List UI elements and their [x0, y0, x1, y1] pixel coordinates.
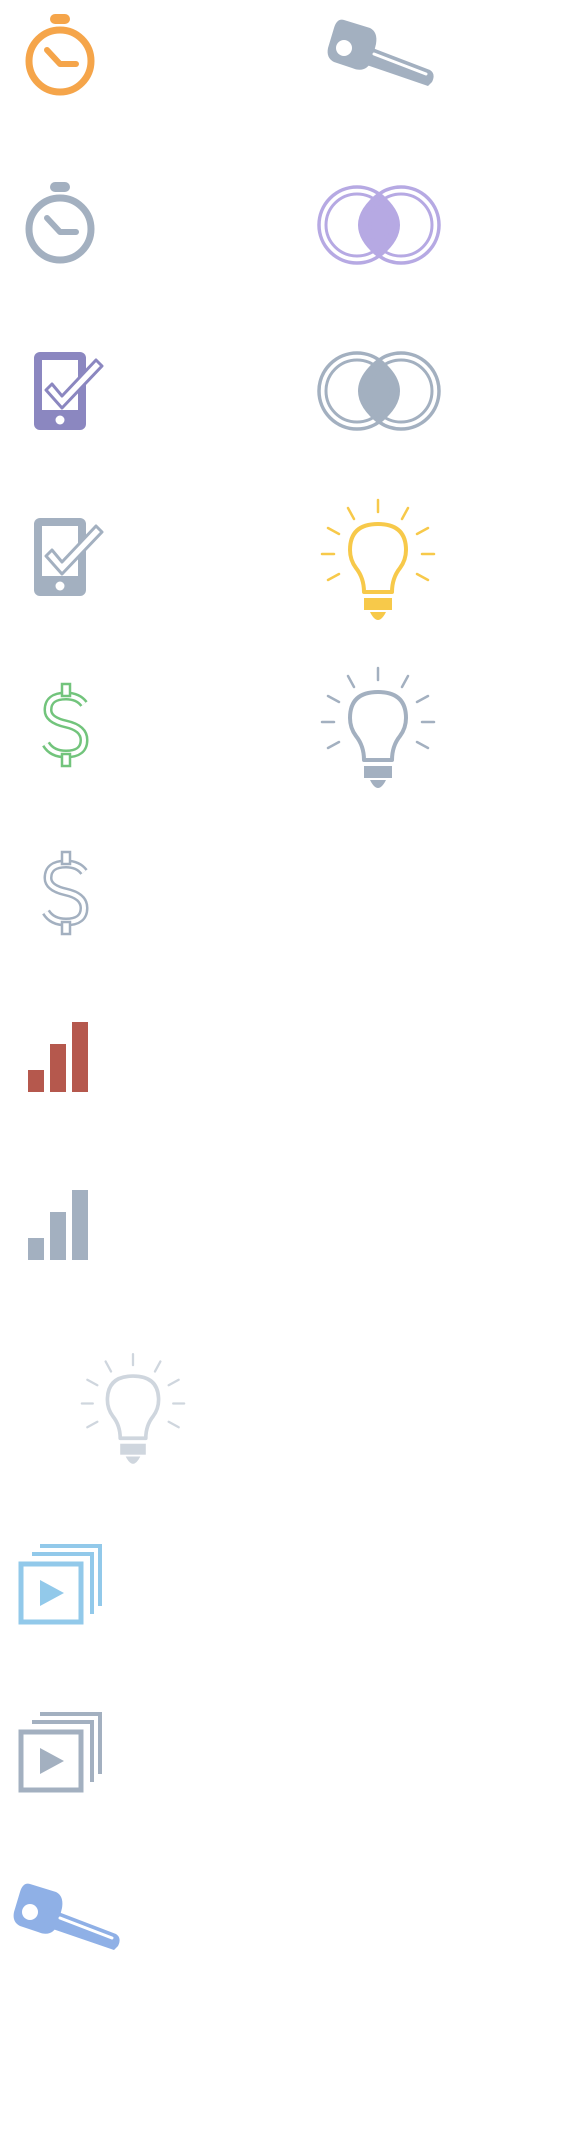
dollar-icon [42, 850, 89, 936]
media-stack-icon [18, 1544, 102, 1625]
rings-icon [317, 185, 441, 265]
dollar-icon [42, 682, 89, 768]
tablet-check-icon [34, 518, 104, 596]
lightbulb-icon [320, 498, 436, 620]
lightbulb-icon [320, 666, 436, 788]
stopwatch-icon [25, 14, 95, 96]
icon-sprite-sheet [0, 0, 582, 2144]
bar-chart-icon [28, 1022, 88, 1092]
stopwatch-icon [25, 182, 95, 264]
key-icon [13, 1883, 120, 1950]
key-icon [327, 19, 434, 86]
media-stack-icon [18, 1712, 102, 1793]
lightbulb-icon [80, 1353, 186, 1464]
bar-chart-icon [28, 1190, 88, 1260]
rings-icon [317, 351, 441, 431]
tablet-check-icon [34, 352, 104, 430]
